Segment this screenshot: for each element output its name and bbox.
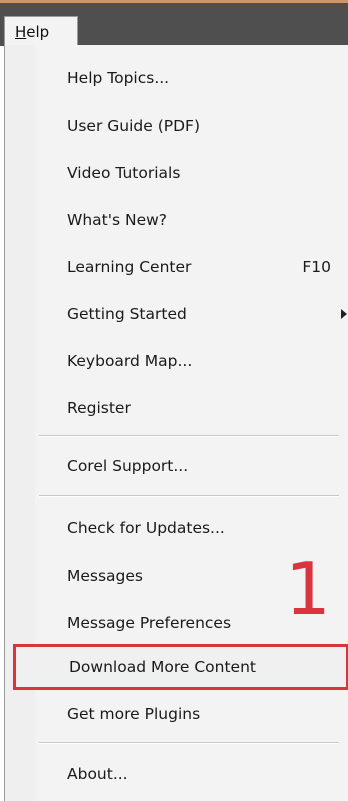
menu-item-label: Register — [67, 399, 131, 417]
shortcut-f10: F10 — [302, 258, 331, 276]
menu-item-corel-support[interactable]: Corel Support... — [15, 443, 347, 489]
menu-item-label: Learning Center — [67, 258, 192, 276]
menu-item-label: Download More Content — [69, 658, 256, 676]
menu-item-label: Getting Started — [67, 305, 187, 323]
menu-item-check-for-updates[interactable]: Check for Updates... — [15, 505, 347, 551]
annotation-step-number: 1 — [285, 547, 331, 631]
menu-help-mnemonic: H — [15, 23, 27, 41]
menu-separator — [39, 435, 339, 437]
menu-bar: Help — [0, 0, 348, 49]
menu-item-label: User Guide (PDF) — [67, 117, 200, 135]
menu-item-label: Video Tutorials — [67, 164, 181, 182]
menu-item-label: Messages — [67, 567, 144, 585]
menu-item-label: Check for Updates... — [67, 519, 225, 537]
menu-item-label: Keyboard Map... — [67, 352, 193, 370]
menu-item-download-more-content[interactable]: Download More Content — [13, 644, 348, 690]
menu-item-video-tutorials[interactable]: Video Tutorials — [15, 150, 347, 196]
menu-item-keyboard-map[interactable]: Keyboard Map... — [15, 338, 347, 384]
menu-item-label: About... — [67, 765, 128, 783]
menu-help-label-rest: elp — [26, 23, 50, 41]
menu-item-whats-new[interactable]: What's New? — [15, 197, 347, 243]
menu-item-label: Corel Support... — [67, 457, 189, 475]
screenshot-root: Help Help Topics... User Guide (PDF) Vid… — [0, 0, 348, 801]
submenu-arrow-icon — [341, 309, 347, 319]
menu-item-help-topics[interactable]: Help Topics... — [15, 55, 347, 101]
menu-item-label: Help Topics... — [67, 69, 170, 87]
menu-separator — [39, 742, 339, 744]
menu-item-user-guide[interactable]: User Guide (PDF) — [15, 103, 347, 149]
menu-item-about[interactable]: About... — [15, 751, 347, 797]
menu-item-label: What's New? — [67, 211, 168, 229]
menu-item-label: Get more Plugins — [67, 705, 201, 723]
menu-item-register[interactable]: Register — [15, 385, 347, 431]
menu-item-getting-started[interactable]: Getting Started — [15, 291, 347, 337]
menu-item-learning-center[interactable]: Learning Center F10 — [15, 244, 347, 290]
menu-item-get-more-plugins[interactable]: Get more Plugins — [15, 691, 347, 737]
menu-item-label: Message Preferences — [67, 614, 232, 632]
menu-separator — [39, 495, 339, 497]
help-dropdown-menu: Help Topics... User Guide (PDF) Video Tu… — [4, 45, 348, 801]
